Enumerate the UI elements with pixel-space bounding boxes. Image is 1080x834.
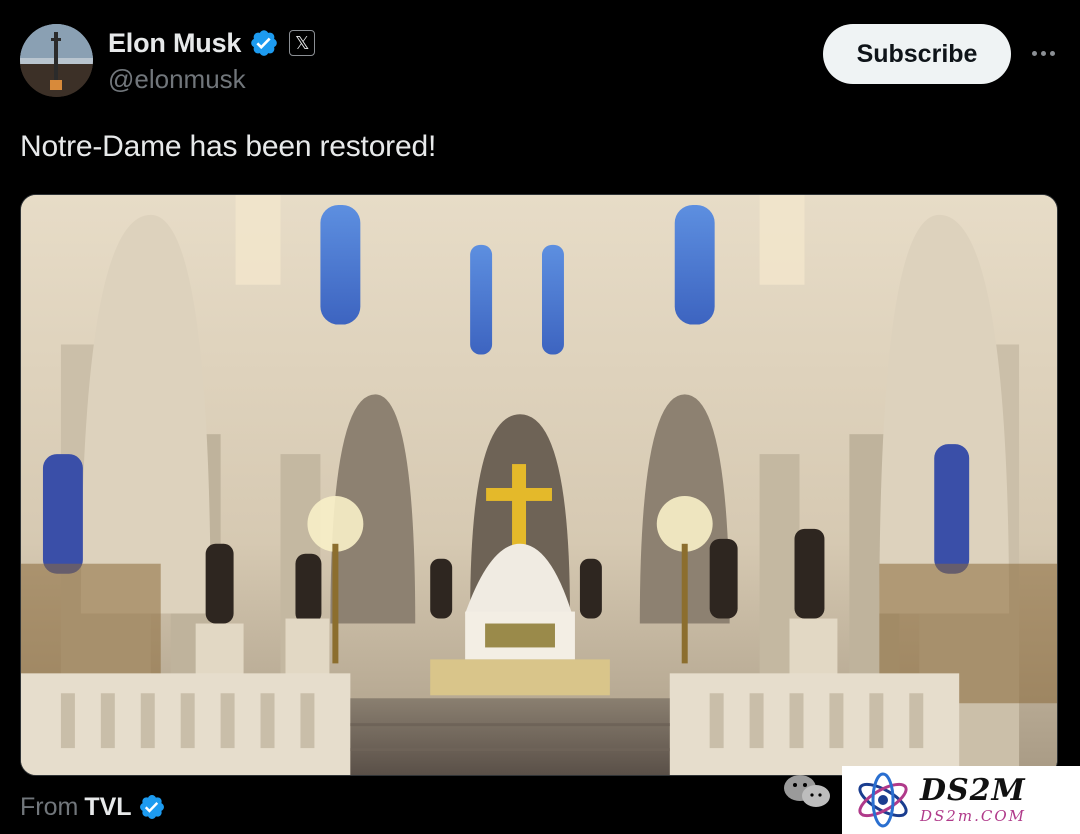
- verified-badge-icon[interactable]: [249, 28, 279, 58]
- more-dot: [1040, 50, 1046, 56]
- subscribe-button[interactable]: Subscribe: [823, 24, 1011, 84]
- avatar-image: [20, 24, 93, 97]
- watermark-text: DS2M DS2m.COM: [920, 773, 1026, 826]
- ds2m-watermark: DS2M DS2m.COM: [842, 766, 1080, 834]
- tweet-media-video[interactable]: [20, 194, 1058, 776]
- media-attribution: From TVL: [20, 790, 166, 824]
- wechat-icon: [780, 772, 836, 812]
- author-avatar[interactable]: [20, 24, 93, 97]
- x-logo-icon[interactable]: 𝕏: [289, 30, 316, 56]
- author-name-row: Elon Musk 𝕏: [108, 26, 316, 60]
- x-logo-glyph: 𝕏: [294, 32, 310, 53]
- tweet-text: Notre-Dame has been restored!: [20, 130, 437, 163]
- more-dot: [1049, 50, 1055, 56]
- watermark-brand: DS2M: [920, 773, 1026, 808]
- cathedral-interior-image: [21, 195, 1057, 775]
- from-label: From: [20, 792, 79, 821]
- more-options-icon[interactable]: [1026, 38, 1060, 68]
- attribution-source-link[interactable]: TVL: [84, 793, 131, 822]
- atom-logo-icon: [852, 769, 914, 831]
- verified-badge-icon: [138, 793, 166, 821]
- author-handle[interactable]: @elonmusk: [108, 64, 246, 95]
- author-display-name[interactable]: Elon Musk: [108, 28, 241, 59]
- more-dot: [1031, 50, 1037, 56]
- watermark-domain: DS2m.COM: [920, 807, 1026, 825]
